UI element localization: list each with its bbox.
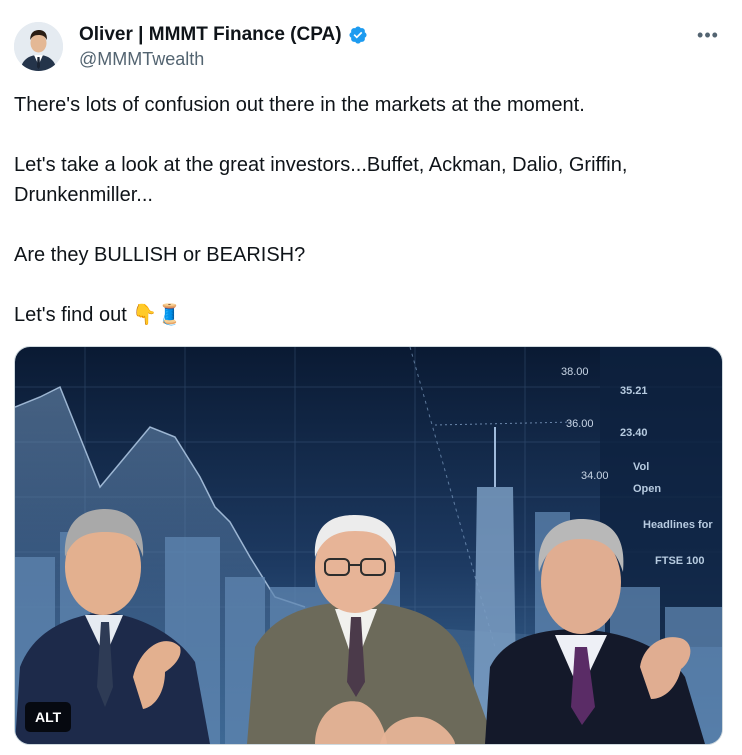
panel-row: FTSE 100 [655, 555, 705, 567]
avatar-image [14, 22, 63, 71]
price-tick: 36.00 [566, 418, 594, 430]
panel-row: 23.40 [620, 427, 648, 439]
tweet-text: There's lots of confusion out there in t… [14, 90, 714, 330]
verified-badge-icon [349, 26, 367, 44]
alt-text-button[interactable]: ALT [25, 702, 72, 732]
author-handle[interactable]: @MMMTwealth [79, 49, 204, 70]
price-tick: 38.00 [561, 366, 589, 378]
investors-collage-image [15, 347, 722, 744]
author-name[interactable]: Oliver | MMMT Finance (CPA) [79, 24, 342, 46]
price-tick: 34.00 [581, 470, 609, 482]
tweet-line-2: Let's take a look at the great investors… [14, 154, 628, 206]
tweet-line-4-text: Let's find out [14, 304, 127, 326]
pointing-thread-emoji: 👇🧵 [132, 304, 183, 326]
tweet-line-4: Let's find out 👇🧵 [14, 300, 714, 330]
tweet-image[interactable]: 38.00 36.00 34.00 35.21 23.40 Vol Open H… [14, 346, 723, 745]
more-options-icon[interactable]: ••• [694, 22, 722, 48]
panel-row: Open [633, 483, 662, 495]
author-avatar[interactable] [14, 22, 63, 71]
panel-row: Headlines for [643, 519, 713, 531]
tweet-line-3: Are they BULLISH or BEARISH? [14, 244, 306, 266]
panel-row: 35.21 [620, 385, 648, 397]
tweet-line-1: There's lots of confusion out there in t… [14, 94, 585, 116]
panel-row: Vol [633, 461, 650, 473]
